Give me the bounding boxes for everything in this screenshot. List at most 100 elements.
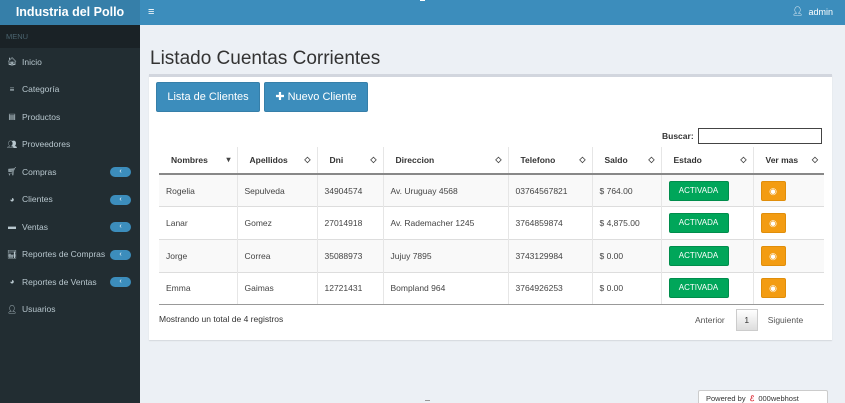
column-header-label: Saldo [604,155,628,165]
cell-apellidos: Sepulveda [236,173,317,207]
cell-direccion: Jujuy 7895 [382,238,508,273]
reportes-de-ventas-icon: ◕ [9,277,15,287]
chevron-left-icon[interactable]: ‹ [110,249,131,260]
sidebar-item-inicio[interactable]: 🏠︎ Inicio [0,48,140,76]
status-activated-button[interactable]: ACTIVADA [668,278,729,299]
cell-ver-mas: ◉ [752,206,824,240]
sort-icon: ◇ [370,155,377,164]
view-details-button[interactable]: ◉ [760,180,786,201]
cell-dni: 12721431 [316,271,383,306]
status-activated-button[interactable]: ACTIVADA [668,213,729,234]
search-input[interactable] [698,128,822,144]
user-menu[interactable]: 👤︎ admin [792,6,833,17]
sidebar-item-compras[interactable]: 🛒︎ Compras ‹ [0,158,140,186]
usuarios-icon: 👤︎ [7,304,18,314]
status-activated-button[interactable]: ACTIVADA [668,180,729,201]
sidebar-item-usuarios[interactable]: 👤︎ Usuarios [0,296,140,324]
cell-saldo: $ 0.00 [591,238,661,273]
column-header-saldo[interactable]: Saldo ◇ [591,147,661,175]
column-header-label: Direccion [395,155,435,165]
view-details-button[interactable]: ◉ [760,213,786,234]
cell-saldo: $ 764.00 [591,173,661,207]
sort-icon: ◇ [811,155,818,164]
sidebar-item-ventas[interactable]: ▬ Ventas ‹ [0,213,140,241]
compras-icon: 🛒︎ [7,167,18,177]
chevron-left-icon[interactable]: ‹ [110,277,131,287]
menu-toggle-icon[interactable]: ≡ [148,5,154,19]
cell-nombres: Emma [159,271,237,306]
list-clients-button[interactable]: Lista de Clientes [156,82,260,112]
app-brand[interactable]: Industria del Pollo [0,0,140,25]
top-navbar: ≡ 👤︎ admin [140,0,845,25]
chevron-left-icon[interactable]: ‹ [110,167,131,177]
eye-icon: ◉ [769,283,777,294]
next-page-button[interactable]: Siguiente [768,315,803,325]
powered-by-text: Powered by [706,394,746,403]
cell-dni: 27014918 [316,206,383,240]
cell-apellidos: Gaimas [236,271,317,306]
cell-apellidos: Gomez [236,206,317,240]
column-header-apellidos[interactable]: Apellidos ◇ [236,147,317,175]
sidebar-item-productos[interactable]: ▤ Productos [0,103,140,131]
sidebar-item-label: Productos [22,111,61,122]
sidebar-item-clientes[interactable]: ◕ Clientes ‹ [0,186,140,214]
column-header-estado[interactable]: Estado ◇ [660,147,753,175]
previous-page-button[interactable]: Anterior [695,315,725,325]
column-header-nombres[interactable]: Nombres ▾ [159,147,237,175]
webhost-logo-icon: ℰ [749,394,755,403]
column-header-label: Telefono [520,155,556,165]
chevron-left-icon[interactable]: ‹ [110,194,131,205]
cell-ver-mas: ◉ [752,271,824,306]
cell-estado: ACTIVADA [660,173,753,207]
cell-apellidos: Correa [236,238,317,273]
cell-estado: ACTIVADA [660,271,753,306]
table-row: Rogelia Sepulveda 34904574 Av. Uruguay 4568… [159,173,824,207]
sidebar-item-proveedores[interactable]: 👥︎ Proveedores [0,131,140,159]
table-row: Lanar Gomez 27014918 Av. Rademacher 1245 376… [159,206,824,240]
sidebar-item-label: Reportes de Compras [22,249,106,260]
page-1-button[interactable]: 1 [735,308,758,331]
column-header-telefono[interactable]: Telefono ◇ [507,147,592,175]
table-header-row: Nombres ▾ Apellidos ◇ Dni ◇ Direccion ◇ Telefono… [159,147,824,175]
powered-by-badge[interactable]: Powered by ℰ 000webhost [698,390,828,403]
cell-direccion: Av. Rademacher 1245 [382,206,508,240]
column-header-direccion[interactable]: Direccion ◇ [382,147,508,175]
sidebar-item-categoria[interactable]: ≡ Categoría [0,76,140,104]
inicio-icon: 🏠︎ [7,57,18,67]
new-client-button[interactable]: ✚ Nuevo Cliente [264,82,368,112]
column-header-dni[interactable]: Dni ◇ [316,147,383,175]
table-info: Mostrando un total de 4 registros [159,314,284,324]
sort-icon: ◇ [579,155,586,164]
reportes-de-compras-icon: 📊︎ [7,249,18,259]
cell-dni: 34904574 [316,173,383,207]
view-details-button[interactable]: ◉ [760,278,786,299]
column-header-label: Dni [329,155,344,165]
sidebar-item-reportes-de-ventas[interactable]: ◕ Reportes de Ventas ‹ [0,268,140,296]
cell-estado: ACTIVADA [660,238,753,273]
cell-direccion: Av. Uruguay 4568 [382,173,508,207]
sidebar-header: MENU [0,25,140,48]
chevron-left-icon[interactable]: ‹ [110,222,131,232]
cell-telefono: 03764567821 [507,173,592,207]
cell-ver-mas: ◉ [752,238,824,273]
accounts-table: Nombres ▾ Apellidos ◇ Dni ◇ Direccion ◇ Telefono… [159,147,824,306]
eye-icon: ◉ [769,218,777,229]
sidebar-item-label: Clientes [22,194,53,205]
view-details-button[interactable]: ◉ [760,245,786,266]
sort-icon: ◇ [495,155,502,164]
top-marker [420,0,425,3]
status-activated-button[interactable]: ACTIVADA [668,245,729,266]
column-header-label: Nombres [171,155,208,165]
search-label: Buscar: [662,131,694,141]
powered-by-brand: 000webhost [758,394,799,403]
user-name: admin [808,6,833,17]
sidebar-item-reportes-de-compras[interactable]: 📊︎ Reportes de Compras ‹ [0,241,140,269]
column-header-ver-mas[interactable]: Ver mas ◇ [752,147,824,175]
sidebar-menu: 🏠︎ Inicio ≡ Categoría ▤ Productos 👥︎ Proveedore… [0,48,140,323]
sort-icon: ◇ [304,155,311,164]
column-header-label: Apellidos [249,155,288,165]
sidebar-item-label: Proveedores [22,139,71,150]
sidebar: MENU 🏠︎ Inicio ≡ Categoría ▤ Productos 👥︎ Prove… [0,25,140,403]
categoria-icon: ≡ [9,84,15,94]
cell-dni: 35088973 [316,238,383,273]
